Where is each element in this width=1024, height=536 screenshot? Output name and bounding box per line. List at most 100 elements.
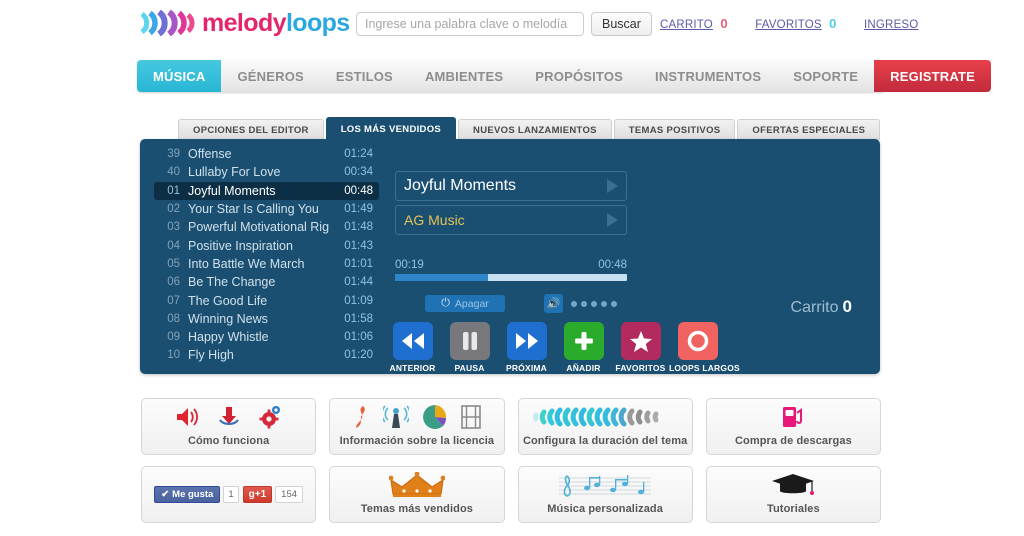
plus-icon[interactable]	[563, 322, 604, 360]
track-number: 03	[167, 221, 180, 234]
forward-icon[interactable]	[506, 322, 547, 360]
track-row[interactable]: 40 Lullaby For Love 00:34	[154, 163, 379, 181]
header-link-ingreso[interactable]: INGRESO	[864, 19, 918, 31]
track-title: Into Battle We March	[188, 256, 305, 271]
track-duration: 00:48	[344, 184, 373, 197]
now-playing-title-box[interactable]: Joyful Moments	[395, 171, 627, 201]
player-cart-badge[interactable]: Carrito 0	[791, 297, 852, 317]
tile-label: Cómo funciona	[187, 435, 270, 447]
track-title: Be The Change	[188, 275, 276, 290]
facebook-like-icon[interactable]: ✔ Me gusta	[154, 486, 221, 503]
track-row[interactable]: 04 Positive Inspiration 01:43	[154, 236, 379, 254]
nav-item-generos[interactable]: GÉNEROS	[221, 60, 319, 92]
header-link-favoritos-group: FAVORITOS 0	[755, 16, 836, 31]
nav-item-ambientes[interactable]: AMBIENTES	[409, 60, 519, 92]
control-anadir[interactable]: AÑADIR	[555, 322, 612, 373]
track-duration: 01:49	[344, 203, 373, 216]
control-anterior[interactable]: ANTERIOR	[384, 322, 441, 373]
track-row[interactable]: 06 Be The Change 01:44	[154, 273, 379, 291]
tile-informacion-licencia[interactable]: Información sobre la licencia	[329, 398, 505, 455]
control-label: ANTERIOR	[389, 363, 436, 373]
tile-tutoriales[interactable]: Tutoriales	[705, 466, 881, 523]
tile-icons	[167, 405, 291, 434]
header-link-favoritos[interactable]: FAVORITOS	[755, 19, 822, 31]
site-logo[interactable]: melodyloops	[138, 8, 350, 38]
track-row[interactable]: 02 Your Star Is Calling You 01:49	[154, 200, 379, 218]
logo-arcs-icon	[138, 10, 196, 36]
tile-temas-mas-vendidos[interactable]: Temas más vendidos	[329, 466, 505, 523]
tile-configura-duracion[interactable]: Configura la duración del tema	[517, 398, 693, 455]
now-playing-artist-box[interactable]: AG Music	[395, 205, 627, 235]
volume-dot[interactable]	[581, 300, 587, 307]
track-row[interactable]: 10 Fly High 01:20	[154, 346, 379, 364]
volume-dots[interactable]	[571, 300, 621, 307]
page-root: melodyloops Buscar CARRITO 0 FAVORITOS 0…	[0, 0, 1024, 536]
pause-icon[interactable]	[449, 322, 490, 360]
tab-los-mas-vendidos[interactable]: LOS MÁS VENDIDOS	[325, 117, 457, 140]
nav-item-musica[interactable]: MÚSICA	[137, 60, 222, 92]
play-triangle-icon[interactable]	[607, 179, 618, 193]
site-header: melodyloops Buscar CARRITO 0 FAVORITOS 0…	[0, 0, 1024, 48]
now-playing-title: Joyful Moments	[404, 177, 517, 194]
volume-dot[interactable]	[611, 300, 617, 307]
track-row[interactable]: 05 Into Battle We March 01:01	[154, 255, 379, 273]
track-number: 10	[167, 349, 180, 362]
tile-icons	[555, 474, 655, 500]
star-icon[interactable]	[620, 322, 661, 360]
gear-icon	[258, 405, 282, 434]
nav-item-registrate[interactable]: REGISTRATE	[874, 60, 991, 92]
nav-item-estilos[interactable]: ESTILOS	[320, 60, 409, 92]
total-time: 00:48	[598, 259, 627, 271]
track-duration: 01:20	[344, 349, 373, 362]
control-loops-largos[interactable]: LOOPS LARGOS	[669, 322, 740, 373]
progress-bar[interactable]	[395, 274, 627, 281]
track-row[interactable]: 09 Happy Whistle 01:06	[154, 328, 379, 346]
control-favoritos[interactable]: FAVORITOS	[612, 322, 669, 373]
sub-tabs: OPCIONES DEL EDITOR LOS MÁS VENDIDOS NUE…	[178, 117, 882, 140]
track-row[interactable]: 39 Offense 01:24	[154, 145, 379, 163]
google-plus-icon[interactable]: g+1	[242, 486, 273, 503]
tile-musica-personalizada[interactable]: Música personalizada	[517, 466, 693, 523]
play-triangle-icon[interactable]	[607, 213, 618, 227]
track-title: Powerful Motivational Rig	[188, 220, 330, 235]
control-label: FAVORITOS	[615, 363, 666, 373]
control-pausa[interactable]: PAUSA	[441, 322, 498, 373]
tab-nuevos-lanzamientos[interactable]: NUEVOS LANZAMIENTOS	[458, 119, 612, 140]
search-input[interactable]	[356, 12, 584, 36]
track-row-current[interactable]: 01 Joyful Moments 00:48	[154, 181, 379, 200]
flash-icon	[353, 405, 369, 434]
nav-item-soporte[interactable]: SOPORTE	[777, 60, 874, 92]
rewind-icon[interactable]	[392, 322, 433, 360]
volume-dot[interactable]	[601, 300, 607, 307]
track-title: Your Star Is Calling You	[188, 202, 319, 217]
player-controls: ANTERIOR PAUSA PRÓXIMA AÑADIR FAVORITOS …	[384, 322, 740, 373]
tile-compra-descargas[interactable]: Compra de descargas	[705, 398, 881, 455]
track-title: Fly High	[188, 348, 234, 363]
tab-ofertas-especiales[interactable]: OFERTAS ESPECIALES	[737, 119, 881, 140]
track-row[interactable]: 08 Winning News 01:58	[154, 310, 379, 328]
track-number: 09	[167, 331, 180, 344]
tab-opciones-del-editor[interactable]: OPCIONES DEL EDITOR	[178, 119, 324, 140]
track-row[interactable]: 07 The Good Life 01:09	[154, 291, 379, 309]
volume-dot[interactable]	[571, 300, 577, 307]
tab-temas-positivos[interactable]: TEMAS POSITIVOS	[613, 119, 736, 140]
track-duration: 01:09	[344, 294, 373, 307]
track-row[interactable]: 03 Powerful Motivational Rig 01:48	[154, 218, 379, 236]
mute-button[interactable]: ⏻ Apagar	[425, 295, 505, 312]
volume-dot[interactable]	[591, 300, 597, 307]
control-proxima[interactable]: PRÓXIMA	[498, 322, 555, 373]
tile-social-share[interactable]: ✔ Me gusta 1 g+1 154	[141, 466, 317, 523]
speaker-icon[interactable]: 🔊	[544, 294, 563, 313]
track-duration: 01:58	[344, 312, 373, 325]
tile-como-funciona[interactable]: Cómo funciona	[141, 398, 317, 455]
header-link-carrito[interactable]: CARRITO	[660, 19, 713, 31]
nav-item-instrumentos[interactable]: INSTRUMENTOS	[639, 60, 777, 92]
nav-item-propositos[interactable]: PROPÓSITOS	[519, 60, 639, 92]
search-button[interactable]: Buscar	[591, 12, 652, 36]
circle-icon[interactable]	[677, 322, 718, 360]
music-staff-icon	[555, 472, 655, 503]
track-number: 08	[167, 312, 180, 325]
elapsed-time: 00:19	[395, 259, 424, 271]
volume-control[interactable]: 🔊	[544, 294, 621, 313]
track-duration: 01:06	[344, 331, 373, 344]
